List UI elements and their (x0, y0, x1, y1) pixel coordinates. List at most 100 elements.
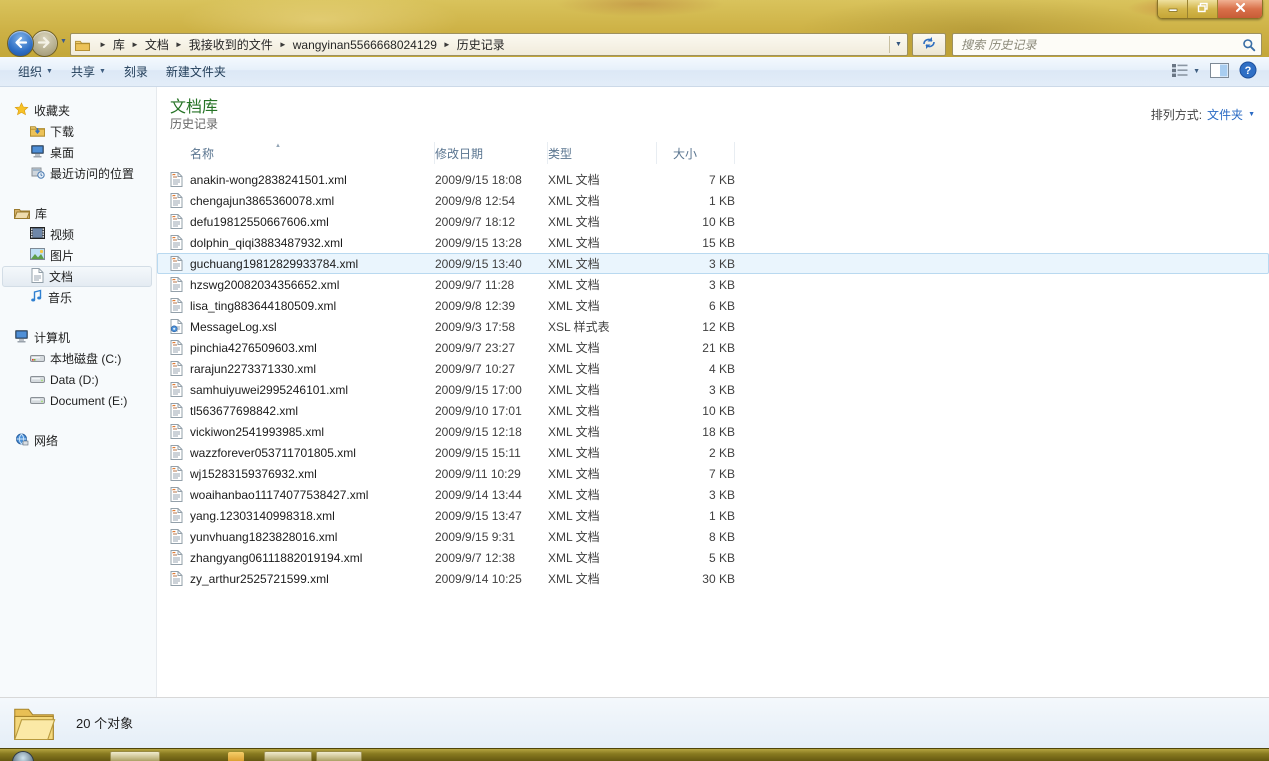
file-type: XML 文档 (548, 570, 657, 587)
sidebar-item[interactable]: 桌面 (0, 142, 156, 163)
taskbar-button[interactable] (264, 751, 312, 761)
minimize-button[interactable] (1158, 0, 1188, 18)
sidebar-item[interactable]: Data (D:) (0, 369, 156, 390)
sidebar-section-libraries[interactable]: 库 (0, 203, 156, 224)
sidebar-section-favorites[interactable]: 收藏夹 (0, 100, 156, 121)
burn-button[interactable]: 刻录 (115, 59, 157, 84)
preview-pane-button[interactable] (1210, 63, 1229, 81)
help-button[interactable]: ? (1239, 61, 1257, 82)
file-row[interactable]: yunvhuang1823828016.xml2009/9/15 9:31XML… (157, 526, 1269, 547)
sidebar-item-label: 音乐 (48, 289, 72, 306)
sidebar-item[interactable]: 文档 (2, 266, 152, 287)
file-name: lisa_ting883644180509.xml (190, 299, 435, 313)
file-row[interactable]: lisa_ting883644180509.xml2009/9/8 12:39X… (157, 295, 1269, 316)
xml-file-icon (170, 298, 190, 313)
file-row[interactable]: pinchia4276509603.xml2009/9/7 23:27XML 文… (157, 337, 1269, 358)
file-row[interactable]: dolphin_qiqi3883487932.xml2009/9/15 13:2… (157, 232, 1269, 253)
star-icon (14, 102, 29, 119)
search-icon (1237, 38, 1261, 52)
breadcrumb-item[interactable]: 文档 (145, 34, 169, 55)
file-date-modified: 2009/9/15 13:28 (435, 236, 548, 250)
address-dropdown-button[interactable]: ▼ (890, 41, 907, 48)
file-date-modified: 2009/9/15 15:11 (435, 446, 548, 460)
column-header[interactable]: 名称 (190, 142, 435, 164)
file-row[interactable]: woaihanbao11174077538427.xml2009/9/14 13… (157, 484, 1269, 505)
back-arrow-icon (13, 36, 28, 52)
sidebar-item[interactable]: 下载 (0, 121, 156, 142)
sort-ascending-icon: ▲ (275, 143, 281, 149)
new-folder-button[interactable]: 新建文件夹 (157, 59, 235, 84)
file-name: wazzforever053711701805.xml (190, 446, 435, 460)
sidebar-section-label: 网络 (34, 432, 58, 449)
network-icon (14, 433, 29, 449)
desktop-icon (30, 145, 45, 161)
file-row[interactable]: tl563677698842.xml2009/9/10 17:01XML 文档1… (157, 400, 1269, 421)
refresh-button[interactable] (912, 33, 946, 56)
file-row[interactable]: vickiwon2541993985.xml2009/9/15 12:18XML… (157, 421, 1269, 442)
start-button[interactable] (12, 751, 34, 761)
change-view-button[interactable]: ▼ (1171, 63, 1200, 81)
computer-icon (14, 330, 29, 346)
forward-button[interactable] (31, 30, 58, 57)
file-date-modified: 2009/9/8 12:54 (435, 194, 548, 208)
recent-pages-dropdown[interactable]: ▼ (60, 38, 67, 45)
breadcrumb-arrow-icon[interactable]: ► (169, 40, 189, 49)
restore-button[interactable] (1188, 0, 1218, 18)
file-row[interactable]: zy_arthur2525721599.xml2009/9/14 10:25XM… (157, 568, 1269, 589)
breadcrumb-label: wangyinan5566668024129 (293, 38, 437, 52)
file-size: 7 KB (657, 467, 735, 481)
breadcrumb-item[interactable]: 库 (113, 34, 125, 55)
sidebar-item-label: 文档 (49, 268, 73, 285)
sidebar-item[interactable]: Document (E:) (0, 390, 156, 411)
file-name: MessageLog.xsl (190, 320, 435, 334)
file-size: 3 KB (657, 278, 735, 292)
breadcrumb-item[interactable]: wangyinan5566668024129 (293, 34, 437, 55)
breadcrumb-item[interactable]: 我接收到的文件 (189, 34, 273, 55)
documents-icon (31, 268, 44, 286)
file-row[interactable]: hzswg20082034356652.xml2009/9/7 11:28XML… (157, 274, 1269, 295)
organize-button[interactable]: 组织 ▼ (9, 59, 62, 84)
file-row[interactable]: chengajun3865360078.xml2009/9/8 12:54XML… (157, 190, 1269, 211)
sidebar-item-label: Document (E:) (50, 394, 127, 408)
sidebar-item[interactable]: 最近访问的位置 (0, 163, 156, 184)
share-button[interactable]: 共享 ▼ (62, 59, 115, 84)
sidebar-item[interactable]: 视频 (0, 224, 156, 245)
taskbar-button[interactable] (110, 751, 160, 761)
taskbar-button[interactable] (316, 751, 362, 761)
column-header[interactable]: 大小 (657, 142, 735, 164)
close-button[interactable] (1218, 0, 1262, 18)
file-row[interactable]: yang.12303140998318.xml2009/9/15 13:47XM… (157, 505, 1269, 526)
file-name: tl563677698842.xml (190, 404, 435, 418)
file-row[interactable]: anakin-wong2838241501.xml2009/9/15 18:08… (157, 169, 1269, 190)
file-row[interactable]: guchuang19812829933784.xml2009/9/15 13:4… (157, 253, 1269, 274)
sidebar-item-label: 图片 (50, 247, 74, 264)
file-row[interactable]: wazzforever053711701805.xml2009/9/15 15:… (157, 442, 1269, 463)
breadcrumb-label: 库 (113, 36, 125, 53)
file-size: 30 KB (657, 572, 735, 586)
back-button[interactable] (7, 30, 34, 57)
breadcrumb-arrow-icon[interactable]: ► (125, 40, 145, 49)
file-row[interactable]: zhangyang06111882019194.xml2009/9/7 12:3… (157, 547, 1269, 568)
file-row[interactable]: samhuiyuwei2995246101.xml2009/9/15 17:00… (157, 379, 1269, 400)
file-row[interactable]: defu19812550667606.xml2009/9/7 18:12XML … (157, 211, 1269, 232)
explorer-window: ▼ ► 库►文档►我接收到的文件►wangyinan5566668024129►… (0, 0, 1269, 761)
column-header[interactable]: 修改日期 (435, 142, 548, 164)
file-type: XML 文档 (548, 339, 657, 356)
breadcrumb-arrow-icon[interactable]: ► (437, 40, 457, 49)
sidebar-section-computer[interactable]: 计算机 (0, 327, 156, 348)
address-bar[interactable]: ► 库►文档►我接收到的文件►wangyinan5566668024129►历史… (70, 33, 908, 56)
file-row[interactable]: wj15283159376932.xml2009/9/11 10:29XML 文… (157, 463, 1269, 484)
file-row[interactable]: rarajun2273371330.xml2009/9/7 10:27XML 文… (157, 358, 1269, 379)
breadcrumb-arrow-icon[interactable]: ► (273, 40, 293, 49)
new-folder-label: 新建文件夹 (166, 63, 226, 80)
sidebar-item[interactable]: 本地磁盘 (C:) (0, 348, 156, 369)
search-input[interactable] (953, 35, 1237, 54)
column-header[interactable]: 类型 (548, 142, 657, 164)
sidebar-item[interactable]: 图片 (0, 245, 156, 266)
sidebar-item[interactable]: 音乐 (0, 287, 156, 308)
breadcrumb-item[interactable]: 历史记录 (457, 34, 505, 55)
file-row[interactable]: MessageLog.xsl2009/9/3 17:58XSL 样式表12 KB (157, 316, 1269, 337)
sidebar-section-network[interactable]: 网络 (0, 430, 156, 451)
arrange-by-control[interactable]: 排列方式: 文件夹 ▼ (1151, 106, 1255, 123)
xml-file-icon (170, 382, 190, 397)
